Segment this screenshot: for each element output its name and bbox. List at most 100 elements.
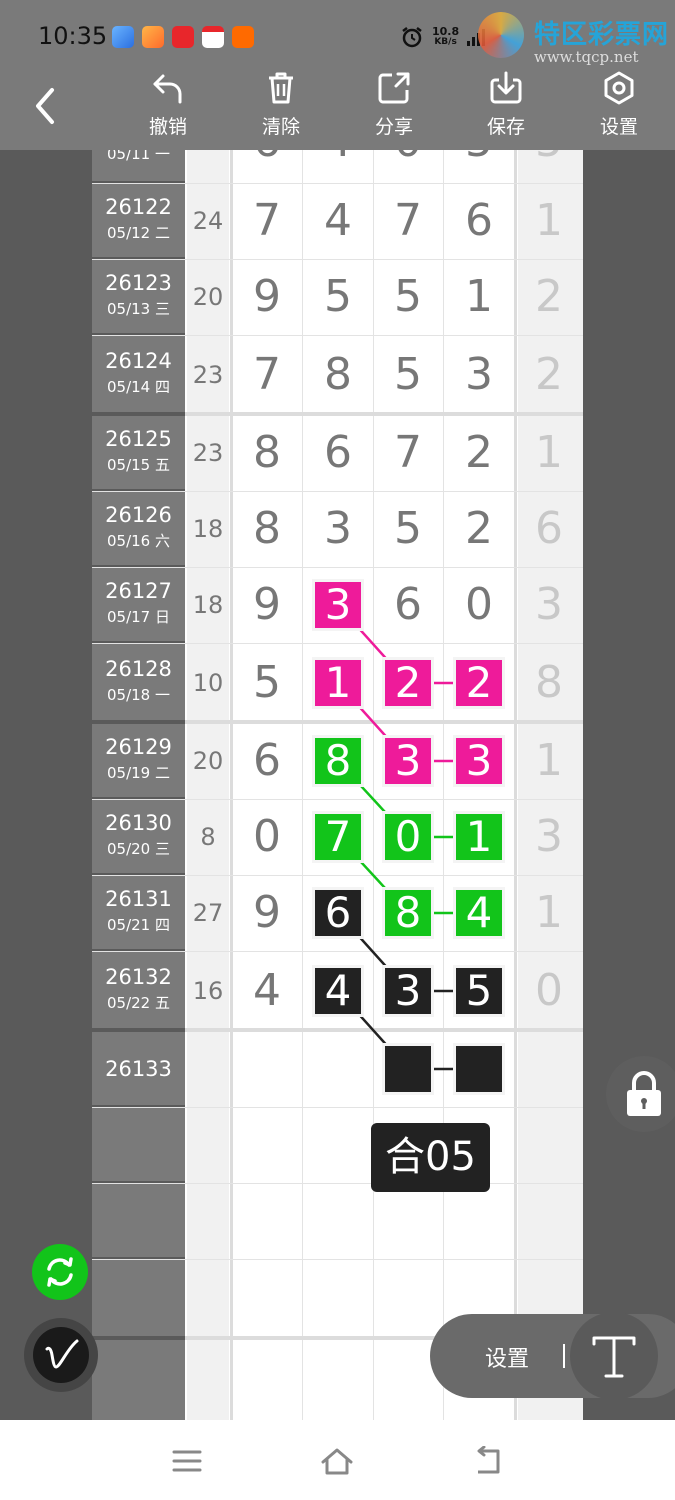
digit-cell: 9	[253, 271, 281, 322]
last-digit-cell: 0	[535, 965, 563, 1016]
home-button[interactable]	[320, 1446, 354, 1476]
watermark-logo	[478, 12, 524, 58]
share-button[interactable]: 分享	[359, 70, 429, 142]
sum-value: 23	[192, 361, 224, 389]
download-icon	[490, 71, 522, 104]
sum-value: 18	[192, 591, 224, 619]
digit-cell: 4	[324, 195, 352, 246]
digit-cell: 8	[324, 349, 352, 400]
digit-cell: 7	[394, 195, 422, 246]
issue-number: 26126	[105, 503, 172, 527]
last-digit-cell: 2	[535, 271, 563, 322]
digit-cell: 6	[253, 735, 281, 786]
back-icon	[477, 1445, 500, 1474]
digit-cell: 2	[465, 503, 493, 554]
save-label: 保存	[486, 116, 525, 138]
issue-separator	[92, 565, 185, 567]
last-digit-cell: 1	[535, 195, 563, 246]
digit-cell: 8	[253, 427, 281, 478]
undo-label: 撤销	[148, 116, 187, 138]
issue-separator	[92, 1336, 185, 1340]
net-speed-unit: KB/s	[434, 37, 457, 47]
menu-button[interactable]	[170, 1446, 204, 1476]
app-notification-icon	[112, 26, 134, 48]
text-tool-icon	[592, 1336, 636, 1378]
highlight-box: 3	[382, 735, 434, 787]
issue-separator	[92, 1105, 185, 1107]
trash-icon	[269, 72, 293, 104]
digit-cell: 5	[394, 349, 422, 400]
issue-separator	[92, 412, 185, 416]
net-speed-value: 10.8	[432, 25, 460, 38]
back-button[interactable]	[26, 84, 66, 128]
settings-button[interactable]: 设置	[584, 70, 654, 142]
trend-chart-grid[interactable]: 05/11 一640552612205/12 二24747612612305/1…	[92, 150, 583, 1420]
digit-cell: 7	[253, 195, 281, 246]
issue-number: 26123	[105, 271, 172, 295]
issue-separator	[92, 257, 185, 259]
grid-hline	[92, 567, 583, 568]
digit-cell: 5	[253, 657, 281, 708]
lock-button[interactable]	[606, 1056, 675, 1132]
undo-icon	[153, 74, 182, 104]
last-digit-cell: 1	[535, 735, 563, 786]
pen-button-inner	[33, 1327, 89, 1383]
issue-column	[92, 150, 185, 1420]
last-digit-cell: 8	[535, 657, 563, 708]
issue-number: 26129	[105, 735, 172, 759]
highlight-box: 1	[453, 811, 505, 863]
back-nav-button[interactable]	[470, 1445, 504, 1476]
issue-separator	[92, 333, 185, 335]
issue-number: 26125	[105, 427, 172, 451]
pen-button[interactable]	[24, 1318, 98, 1392]
issue-separator	[92, 1181, 185, 1183]
sum-column	[187, 150, 229, 1420]
issue-date: 05/22 五	[107, 994, 170, 1012]
watermark: 特区彩票网 www.tqcp.net	[478, 10, 673, 70]
last-digit-cell: 1	[535, 887, 563, 938]
digit-cell: 9	[253, 887, 281, 938]
app-notification-icon	[142, 26, 164, 48]
panel-divider	[563, 1344, 565, 1368]
digit-cell: 5	[394, 271, 422, 322]
issue-date: 05/15 五	[107, 456, 170, 474]
highlight-box: 7	[312, 811, 364, 863]
alarm-icon	[402, 27, 422, 48]
issue-date: 05/13 三	[107, 300, 170, 318]
clear-button[interactable]: 清除	[246, 70, 316, 142]
highlight-box: 2	[382, 657, 434, 709]
undo-button[interactable]: 撤销	[133, 70, 203, 142]
sum-value: 8	[200, 823, 216, 851]
back-arrow-icon	[36, 88, 54, 124]
calendar-notification-icon	[202, 26, 224, 48]
issue-date: 05/19 二	[107, 764, 170, 782]
sync-button[interactable]	[32, 1244, 88, 1300]
issue-number: 26130	[105, 811, 172, 835]
issue-separator	[92, 797, 185, 799]
grid-hline	[92, 259, 583, 260]
issue-number: 26133	[105, 1057, 172, 1081]
save-button[interactable]: 保存	[471, 70, 541, 142]
net-speed: 10.8 KB/s	[432, 26, 459, 48]
grid-hline	[92, 799, 583, 800]
highlight-box: 3	[382, 965, 434, 1017]
text-settings-button[interactable]: 设置	[485, 1341, 529, 1373]
text-settings-panel: 设置	[430, 1312, 675, 1400]
sync-icon	[47, 1257, 73, 1287]
share-icon	[378, 72, 410, 104]
grid-hline	[92, 335, 583, 336]
digit-cell: 4	[253, 965, 281, 1016]
last-digit-cell: 6	[535, 503, 563, 554]
grid-hline	[92, 951, 583, 952]
watermark-url: www.tqcp.net	[534, 48, 639, 66]
highlight-box	[382, 1043, 434, 1095]
issue-date: 05/18 一	[107, 686, 170, 704]
sum-value: 18	[192, 515, 224, 543]
status-indicators: 10.8 KB/s	[400, 22, 486, 52]
grid-vline	[373, 150, 374, 1420]
clear-label: 清除	[261, 116, 300, 138]
digit-cell: 5	[324, 271, 352, 322]
highlight-box: 3	[453, 735, 505, 787]
pen-icon	[45, 1339, 79, 1369]
text-tool-button[interactable]	[570, 1312, 658, 1400]
